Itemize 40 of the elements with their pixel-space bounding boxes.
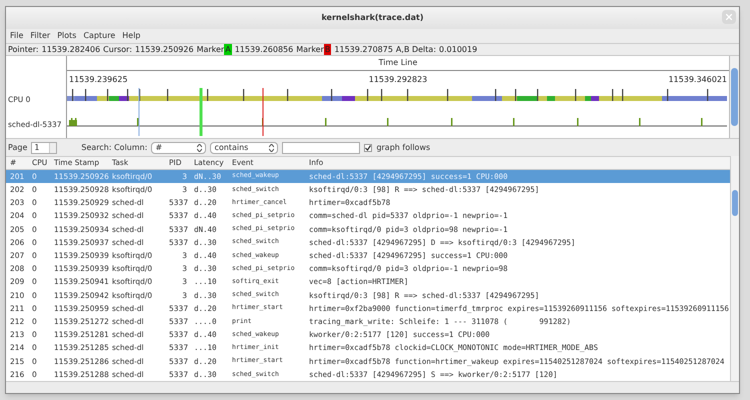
menu-item[interactable]: File xyxy=(10,30,24,42)
marker-time: 11539.260856 xyxy=(234,44,294,56)
menu-item[interactable]: Capture xyxy=(83,30,116,42)
pointer-value: 11539.282406 xyxy=(42,44,100,56)
graph-follows-checkbox[interactable] xyxy=(364,144,372,152)
graph-follows-label: graph follows xyxy=(376,142,430,154)
page-spinbox[interactable]: 1 xyxy=(31,142,58,154)
delta-value: 0.010019 xyxy=(439,44,478,56)
page-label: Page xyxy=(8,142,28,154)
menu-item[interactable]: Plots xyxy=(57,30,76,42)
marker-time: 11539.270875 xyxy=(334,44,393,56)
updown-icon xyxy=(269,144,274,152)
search-input[interactable] xyxy=(282,142,360,154)
column-dropdown[interactable]: # xyxy=(151,142,206,154)
marker-line[interactable] xyxy=(200,88,202,136)
marker-letter: A xyxy=(224,44,232,56)
window-title: kernelshark(trace.dat) xyxy=(321,12,424,24)
operator-dropdown[interactable]: contains xyxy=(210,142,278,154)
marker-label: Marker xyxy=(296,44,324,56)
menu-item[interactable]: Filter xyxy=(30,30,50,42)
delta-label: A,B Delta: xyxy=(396,44,436,56)
cursor-value: 11539.250926 xyxy=(135,44,194,56)
timeline-title: Time Line xyxy=(378,57,418,69)
marker-letter: B xyxy=(324,44,332,56)
time-tick-label: 11539.292823 xyxy=(368,74,428,86)
cursor-label: Cursor: xyxy=(103,44,132,56)
updown-icon xyxy=(197,144,202,152)
marker-label: Marker xyxy=(196,44,224,56)
search-label: Search: Column: xyxy=(81,142,148,154)
menu-item[interactable]: Help xyxy=(122,30,141,42)
time-tick-label: 11539.239625 xyxy=(69,74,128,86)
scrollbar-thumb[interactable] xyxy=(732,190,738,216)
time-tick-label: 11539.346021 xyxy=(668,74,727,86)
pointer-label: Pointer: xyxy=(8,44,39,56)
marker-line[interactable] xyxy=(262,88,264,136)
close-icon xyxy=(726,14,732,20)
scrollbar-thumb[interactable] xyxy=(731,68,738,126)
scrollbar[interactable] xyxy=(729,56,739,138)
scrollbar[interactable] xyxy=(730,156,739,381)
close-button[interactable] xyxy=(722,10,736,24)
